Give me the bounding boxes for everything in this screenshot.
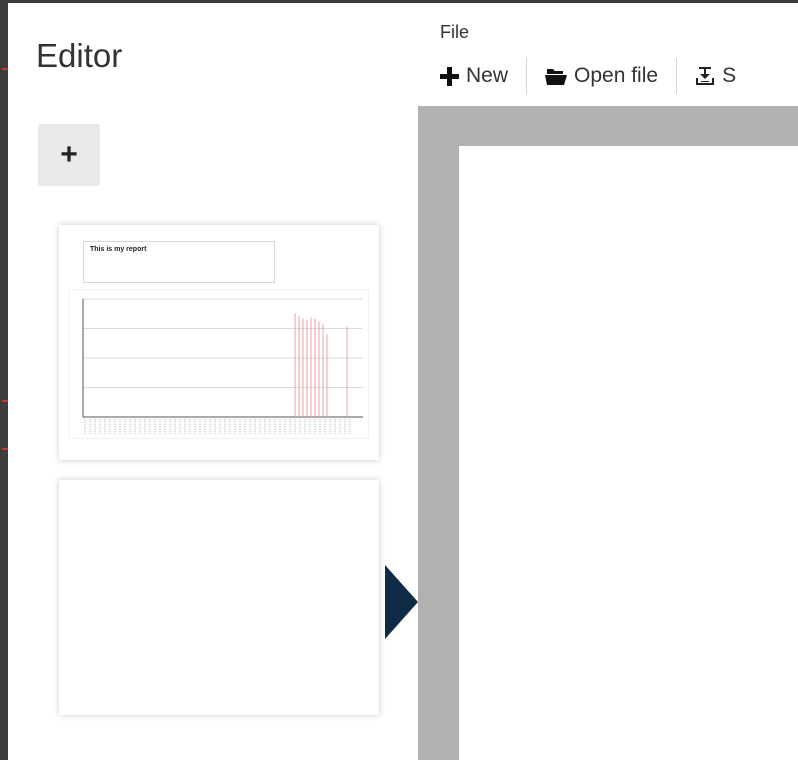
editor-page[interactable] — [459, 146, 798, 760]
save-download-icon — [695, 66, 715, 86]
thumbnail-text: This is my report — [90, 246, 147, 253]
toolbar: New Open file S — [436, 56, 740, 96]
plus-icon — [440, 66, 459, 86]
open-file-button[interactable]: Open file — [541, 64, 662, 88]
thumbnail-chart — [69, 289, 369, 439]
toolbar-divider — [526, 58, 528, 94]
add-page-button[interactable]: + — [38, 124, 100, 186]
toolbar-divider — [676, 58, 678, 94]
open-file-button-label: Open file — [574, 64, 659, 87]
thumbnail-textbox: This is my report — [83, 241, 275, 283]
editor-canvas — [418, 106, 798, 760]
new-button-label: New — [466, 64, 509, 87]
page-title: Editor — [36, 37, 123, 74]
save-button[interactable]: S — [691, 64, 740, 88]
collapse-sidebar-arrow-icon[interactable] — [385, 565, 418, 639]
page-thumbnail-empty[interactable] — [59, 480, 379, 715]
page-thumbnail[interactable]: This is my report — [59, 225, 379, 460]
plus-icon: + — [60, 138, 78, 171]
window-left-edge — [0, 0, 8, 760]
folder-open-icon — [545, 68, 568, 85]
new-button[interactable]: New — [436, 64, 512, 88]
sidebar: Editor + This is my report — [8, 3, 418, 760]
menu-file[interactable]: File — [440, 22, 469, 43]
save-button-label: S — [722, 64, 737, 87]
